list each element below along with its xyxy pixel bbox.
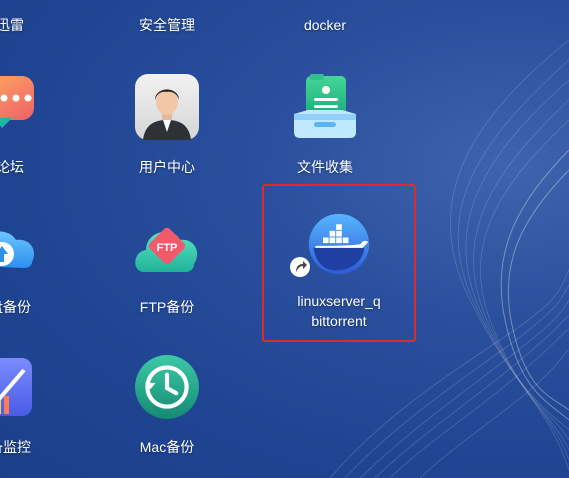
selection-highlight-box xyxy=(262,184,416,342)
app-label: 盘备份 xyxy=(0,299,31,315)
app-label: 备监控 xyxy=(0,439,31,455)
app-mac-backup[interactable]: Mac备份 xyxy=(107,352,227,462)
desktop: { "apps": { "thunder": {"label": "迅雷"}, … xyxy=(0,0,569,478)
cloud-upload-icon xyxy=(0,231,34,268)
app-forum[interactable]: 论坛 xyxy=(0,72,70,182)
app-label: 安全管理 xyxy=(139,17,195,33)
app-file-collect[interactable]: 文件收集 xyxy=(265,72,385,182)
app-label: docker xyxy=(303,17,347,33)
speech-bubble-icon xyxy=(0,76,34,128)
app-monitor[interactable]: 备监控 xyxy=(0,352,70,462)
time-machine-icon xyxy=(135,355,199,419)
app-ftp-backup[interactable]: FTP FTP备份 xyxy=(107,212,227,322)
chart-check-icon xyxy=(0,358,32,416)
app-label: FTP备份 xyxy=(139,299,195,315)
app-label: 迅雷 xyxy=(0,17,24,33)
ftp-icon-text: FTP xyxy=(157,242,178,254)
ftp-cloud-icon: FTP xyxy=(135,227,198,272)
app-label: 文件收集 xyxy=(297,159,353,175)
file-inbox-icon xyxy=(294,74,356,138)
app-cloud-backup[interactable]: 盘备份 xyxy=(0,212,70,322)
app-label: 论坛 xyxy=(0,159,24,175)
app-label: Mac备份 xyxy=(139,439,195,455)
app-label: 用户中心 xyxy=(139,159,195,175)
app-user-center[interactable]: 用户中心 xyxy=(107,72,227,182)
user-avatar-icon xyxy=(135,74,199,140)
